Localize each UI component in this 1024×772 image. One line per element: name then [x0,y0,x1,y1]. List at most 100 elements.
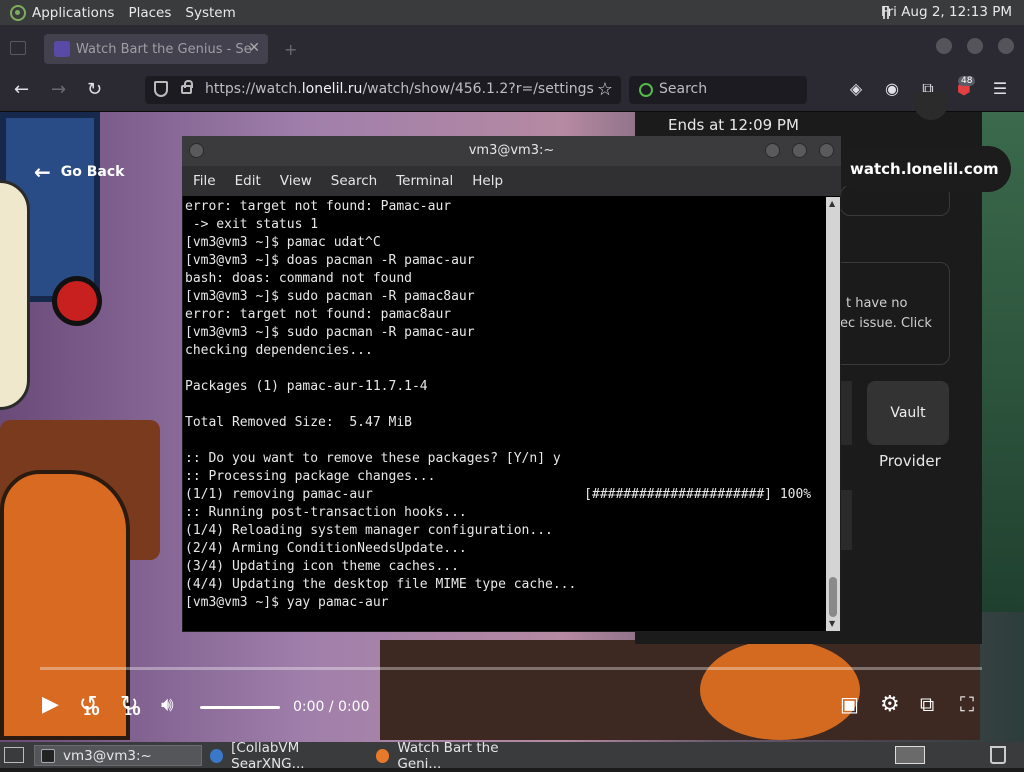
places-menu[interactable]: Places [128,5,179,21]
menu-file[interactable]: File [193,173,216,189]
firefox-icon [376,748,390,763]
taskbar-item-searxng[interactable]: [CollabVM SearXNG... [204,740,368,772]
terminal-maximize-button[interactable] [792,143,807,158]
forward-arrow-icon[interactable]: → [51,79,66,100]
go-back-button[interactable]: ← Go Back [34,160,124,184]
menu-edit[interactable]: Edit [235,173,261,189]
distro-logo-icon[interactable] [10,4,26,21]
terminal-line: :: Running post-transaction hooks... [185,505,467,520]
new-tab-button[interactable]: + [284,40,297,59]
scroll-down-icon[interactable]: ▼ [829,619,835,628]
ublock-count-badge: 48 [958,76,976,86]
volume-slider[interactable] [200,706,280,709]
terminal-line: -> exit status 1 [185,217,319,232]
lock-icon[interactable] [181,80,193,94]
back-arrow-icon[interactable]: ← [14,79,29,100]
menu-view[interactable]: View [280,173,312,189]
picture-in-picture-icon[interactable]: ⧉ [920,692,934,716]
info-line-2: ec issue. Click [840,316,932,331]
taskbar-item-label: [CollabVM SearXNG... [231,739,305,772]
terminal-line: [vm3@vm3 ~]$ doas pacman -R pamac-aur [185,253,475,268]
terminal-line: [vm3@vm3 ~]$ sudo pacman -R pamac8aur [185,289,475,304]
url-text[interactable]: https://watch.lonelil.ru/watch/show/456.… [205,81,594,97]
close-tab-icon[interactable]: ✕ [248,40,260,56]
terminal-minimize-button[interactable] [765,143,780,158]
settings-gear-icon[interactable]: ⚙ [880,692,900,717]
terminal-scrollbar[interactable]: ▲ ▼ [826,197,840,631]
reload-icon[interactable]: ↻ [87,79,102,100]
terminal-line: (1/1) removing pamac-aur [##############… [185,487,812,502]
hamburger-menu-icon[interactable]: ☰ [991,80,1009,98]
fullscreen-icon[interactable]: ⛶ [960,692,974,716]
info-line-1: t have no [846,296,908,311]
terminal-window-menu-button[interactable] [189,143,204,158]
pocket-icon[interactable]: ◈ [847,80,865,98]
terminal-menubar: File Edit View Search Terminal Help [182,166,841,196]
applications-menu[interactable]: Applications [32,5,122,21]
menu-search[interactable]: Search [331,173,377,189]
video-scene-character [700,640,860,740]
bookmark-star-icon[interactable]: ☆ [597,79,613,100]
source-tile-2[interactable] [840,490,852,550]
terminal-line: Total Removed Size: 5.47 MiB [185,415,412,430]
terminal-line: :: Do you want to remove these packages?… [185,451,561,466]
workspace-switcher[interactable] [895,746,925,764]
tab-list-icon[interactable] [10,41,26,55]
scroll-up-icon[interactable]: ▲ [829,199,835,208]
clock[interactable]: Fri Aug 2, 12:13 PM [881,4,1012,20]
terminal-line: [vm3@vm3 ~]$ yay pamac-aur [185,595,389,610]
play-icon[interactable]: ▶ [42,692,59,717]
rewind-amount: 10 [83,704,100,718]
terminal-line: (1/4) Reloading system manager configura… [185,523,553,538]
forward-10-icon[interactable]: ↻ 10 [120,692,141,718]
menu-terminal[interactable]: Terminal [396,173,453,189]
account-icon[interactable]: ◉ [883,80,901,98]
trash-icon[interactable] [990,746,1006,764]
terminal-close-button[interactable] [819,143,834,158]
terminal-line: (2/4) Arming ConditionNeedsUpdate... [185,541,467,556]
progress-bar[interactable] [40,667,982,670]
taskbar-item-label: vm3@vm3:~ [63,747,152,764]
scroll-thumb[interactable] [829,577,837,617]
terminal-line: Packages (1) pamac-aur-11.7.1-4 [185,379,428,394]
terminal-line: (4/4) Updating the desktop file MIME typ… [185,577,577,592]
rewind-10-icon[interactable]: ↺ 10 [79,692,100,718]
captions-icon[interactable]: ▣ [840,692,859,716]
search-placeholder: Search [659,81,708,97]
terminal-line: checking dependencies... [185,343,373,358]
taskbar-item-label: Watch Bart the Geni... [397,739,499,772]
system-menu[interactable]: System [185,5,243,21]
taskbar-item-terminal[interactable]: vm3@vm3:~ [34,745,202,766]
settings-info-text: t have no ec issue. Click [832,294,950,334]
search-bar[interactable]: Search [629,76,807,104]
provider-label: Provider [879,452,941,470]
terminal-line: error: target not found: Pamac-aur [185,199,452,214]
maximize-window-button[interactable] [967,38,983,54]
tab-watch-bart[interactable]: Watch Bart the Genius - Se ✕ [44,34,268,64]
forward-amount: 10 [124,704,141,718]
menu-help[interactable]: Help [472,173,503,189]
show-desktop-icon[interactable] [4,747,24,763]
terminal-output[interactable]: error: target not found: Pamac-aur -> ex… [183,197,825,631]
vault-provider-button[interactable]: Vault [867,381,949,445]
video-scene-floor [380,640,980,740]
host-pill: watch.lonelil.com [838,146,1011,192]
search-engine-icon[interactable] [639,83,653,97]
terminal-line: :: Processing package changes... [185,469,436,484]
back-arrow-icon: ← [34,160,51,184]
terminal-line: [vm3@vm3 ~]$ sudo pacman -R pamac-aur [185,325,475,340]
taskbar-item-watch-bart[interactable]: Watch Bart the Geni... [370,740,540,772]
source-tile[interactable] [840,381,852,445]
url-bar[interactable]: https://watch.lonelil.ru/watch/show/456.… [145,76,621,104]
terminal-line: (3/4) Updating icon theme caches... [185,559,459,574]
close-window-button[interactable] [998,38,1014,54]
volume-icon[interactable]: 🔊︎ [161,692,174,716]
terminal-title[interactable]: vm3@vm3:~ [182,136,841,166]
video-scene-face [0,180,30,410]
tracking-protection-icon[interactable] [154,81,168,97]
site-favicon-icon [54,41,70,57]
minimize-window-button[interactable] [936,38,952,54]
tab-title: Watch Bart the Genius - Se [76,41,252,57]
